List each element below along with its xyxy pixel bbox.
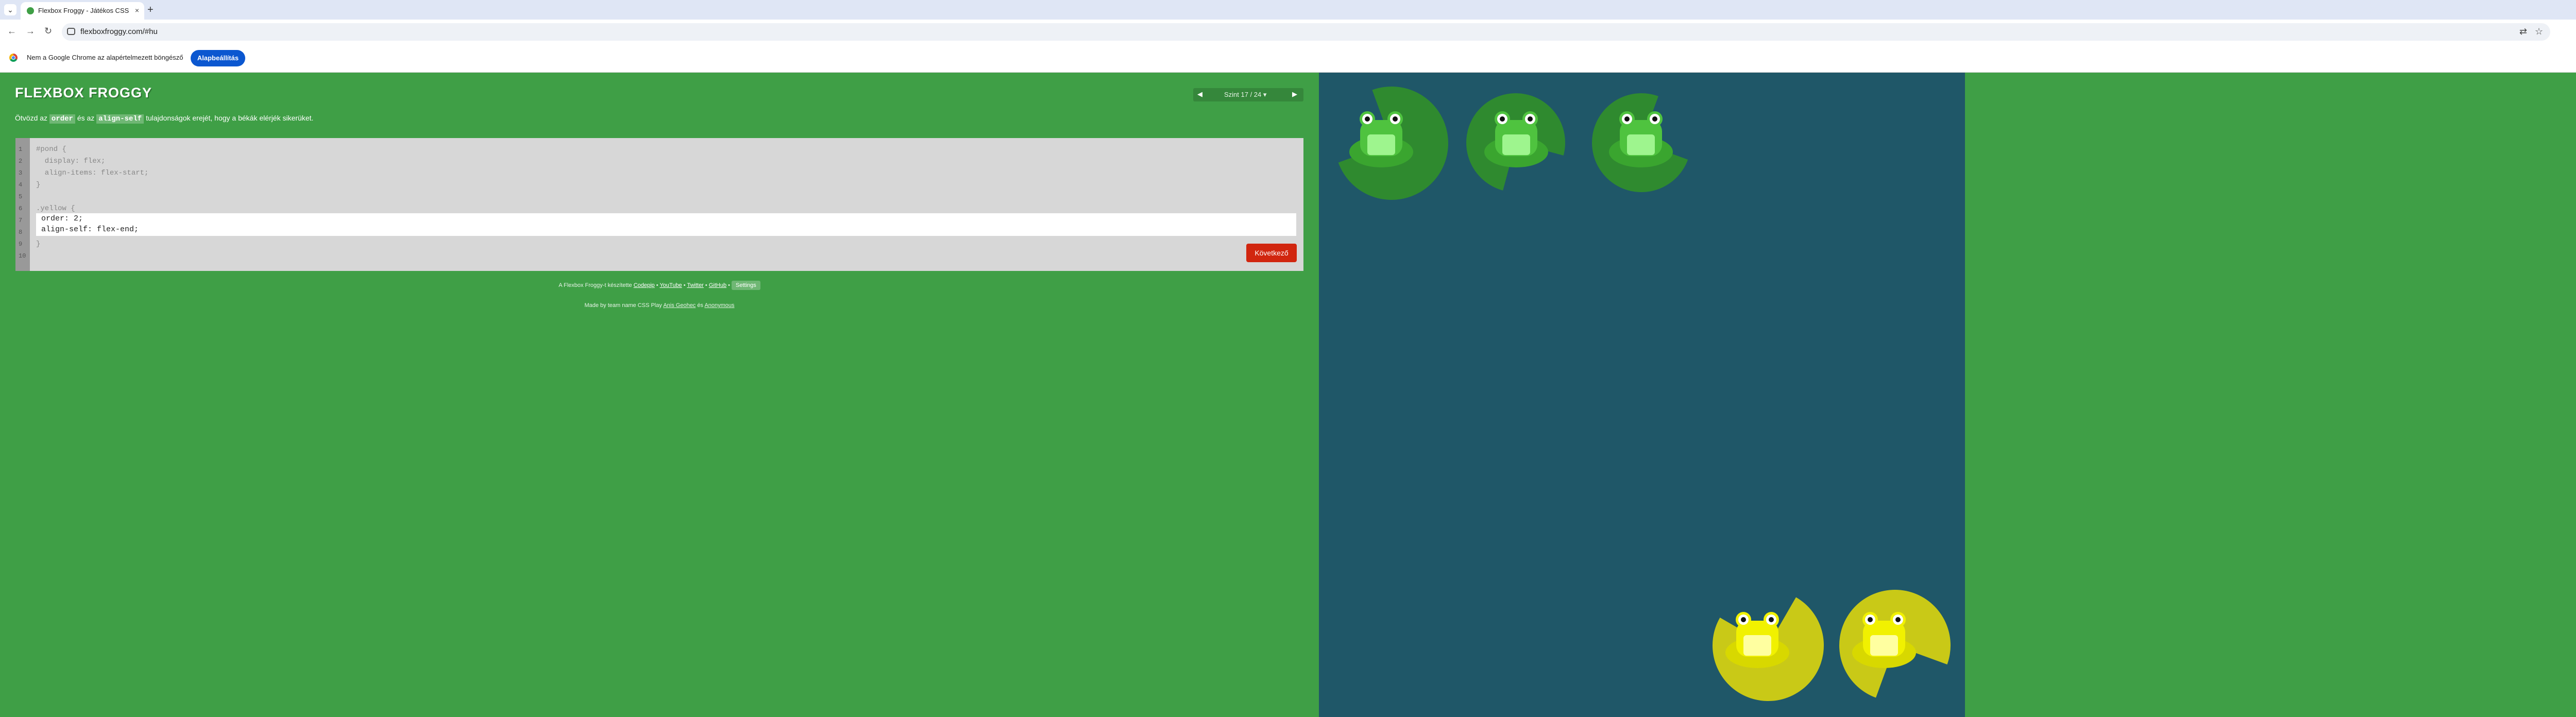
frog-favicon-icon xyxy=(27,7,34,14)
instructions-text: és az xyxy=(75,114,97,122)
css-editor: 1 2 3 4 5 6 7 8 9 10 #pond { display: fl… xyxy=(15,138,1303,271)
translate-icon[interactable]: ⇄ xyxy=(2519,26,2527,37)
keyword-order: order xyxy=(49,114,75,124)
browser-toolbar: ← → ↻ flexboxfroggy.com/#hu ⇄ ☆ B ⋮ xyxy=(0,20,2576,44)
line-number: 7 xyxy=(19,217,23,224)
forward-arrow-icon[interactable]: → xyxy=(26,26,35,37)
previous-level-icon[interactable]: ◀ xyxy=(1197,90,1202,98)
default-browser-infobar: Nem a Google Chrome az alapértelmezett b… xyxy=(0,44,2576,73)
code-line: display: flex; xyxy=(36,157,106,165)
credits-text: Made by team name CSS Play xyxy=(584,302,664,309)
input-line-align-self[interactable]: align-self: flex-end; xyxy=(41,225,139,234)
code-line: } xyxy=(36,181,41,189)
green-frog xyxy=(1349,111,1413,167)
twitter-link[interactable]: Twitter xyxy=(687,282,703,288)
line-number: 5 xyxy=(19,193,23,200)
line-number: 4 xyxy=(19,181,23,189)
game-sidebar: FLEXBOX FROGGY ◀ Szint 17 / 24 ▾ ▶ Ötvöz… xyxy=(0,73,1319,717)
address-bar[interactable]: flexboxfroggy.com/#hu ⇄ ☆ xyxy=(62,23,2550,41)
yellow-frog xyxy=(1852,612,1916,668)
code-line: .yellow { xyxy=(36,204,75,213)
code-line: align-items: flex-start; xyxy=(36,169,149,177)
line-number: 10 xyxy=(19,252,26,260)
line-number: 1 xyxy=(19,146,23,153)
line-number: 8 xyxy=(19,229,23,236)
credits-line: Made by team name CSS Play Anis Geohec é… xyxy=(0,302,1319,309)
tab-title: Flexbox Froggy - Játékos CSS xyxy=(38,7,129,14)
author-link[interactable]: Anonymous xyxy=(704,302,734,309)
pond-board xyxy=(1319,73,1965,717)
line-number: 3 xyxy=(19,169,23,177)
credits-text: és xyxy=(696,302,705,309)
codepip-link[interactable]: Codepip xyxy=(634,282,655,288)
line-number-gutter: 1 2 3 4 5 6 7 8 9 10 xyxy=(15,138,30,271)
instructions-text: tulajdonságok erejét, hogy a békák elérj… xyxy=(144,114,314,122)
line-number: 9 xyxy=(19,241,23,248)
reload-icon[interactable]: ↻ xyxy=(44,26,52,37)
level-text: Szint 17 / 24 xyxy=(1224,91,1262,98)
green-frog xyxy=(1484,111,1548,167)
new-tab-plus-icon[interactable]: + xyxy=(147,4,154,15)
level-navigation: ◀ Szint 17 / 24 ▾ ▶ xyxy=(1193,88,1303,101)
level-indicator[interactable]: Szint 17 / 24 ▾ xyxy=(1224,91,1266,99)
bookmark-star-icon[interactable]: ☆ xyxy=(2535,26,2543,37)
set-default-button[interactable]: Alapbeállítás xyxy=(191,50,245,66)
footer-links: A Flexbox Froggy-t készítette Codepip • … xyxy=(0,281,1319,290)
green-frog xyxy=(1609,111,1673,167)
line-number: 6 xyxy=(19,205,23,212)
settings-button[interactable]: Settings xyxy=(732,281,760,290)
instructions-text: Ötvözd az xyxy=(15,114,49,122)
css-answer-input[interactable]: order: 2; align-self: flex-end; xyxy=(36,213,1296,236)
github-link[interactable]: GitHub xyxy=(709,282,726,288)
author-link[interactable]: Anis Geohec xyxy=(663,302,696,309)
tab-close-icon[interactable]: × xyxy=(135,6,139,14)
input-line-order[interactable]: order: 2; xyxy=(41,214,83,223)
back-arrow-icon[interactable]: ← xyxy=(7,26,16,37)
level-instructions: Ötvözd az order és az align-self tulajdo… xyxy=(15,114,314,124)
tab-search-button[interactable]: ⌄ xyxy=(4,4,16,15)
next-level-button[interactable]: Következő xyxy=(1246,244,1297,262)
tab-bar: ⌄ Flexbox Froggy - Játékos CSS × + — ❐ ✕ xyxy=(0,0,2576,20)
page-background xyxy=(1965,73,2576,717)
footer-text: A Flexbox Froggy-t készítette xyxy=(558,282,634,288)
keyword-align-self: align-self xyxy=(96,114,144,124)
url-text[interactable]: flexboxfroggy.com/#hu xyxy=(80,27,158,36)
code-line: } xyxy=(36,240,41,248)
next-level-icon[interactable]: ▶ xyxy=(1292,90,1297,98)
site-info-icon[interactable] xyxy=(67,28,75,35)
line-number: 2 xyxy=(19,158,23,165)
yellow-frog xyxy=(1725,612,1789,668)
game-logo: FLEXBOX FROGGY xyxy=(15,85,152,100)
youtube-link[interactable]: YouTube xyxy=(659,282,682,288)
active-tab[interactable]: Flexbox Froggy - Játékos CSS × xyxy=(21,2,144,20)
chrome-logo-icon xyxy=(9,54,18,62)
infobar-message: Nem a Google Chrome az alapértelmezett b… xyxy=(27,54,183,61)
code-line: #pond { xyxy=(36,145,66,153)
